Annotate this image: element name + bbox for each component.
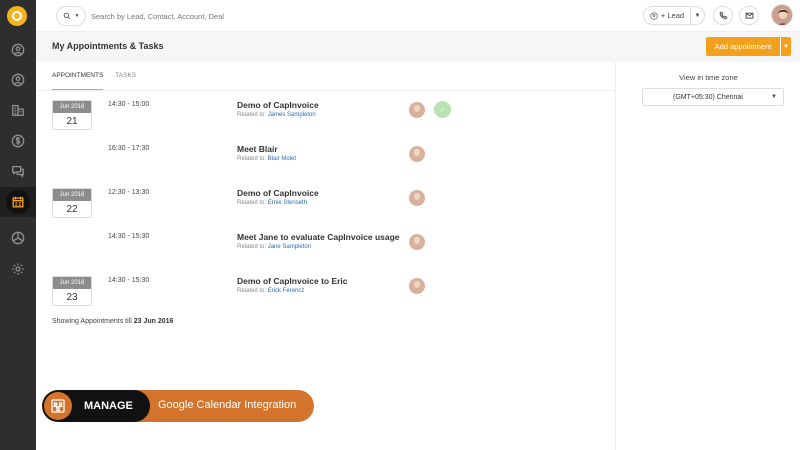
building-icon[interactable]: [0, 95, 36, 125]
date-day: 23: [66, 292, 78, 303]
person-icon: [650, 11, 658, 20]
date-badge: Jun 2016 22: [52, 188, 92, 218]
user-icon[interactable]: [0, 65, 36, 95]
contact-icon[interactable]: [0, 35, 36, 65]
owner-avatar: [409, 190, 425, 206]
date-day: 22: [66, 204, 78, 215]
appointment-row[interactable]: Jun 2016 23 14:30 - 15:30 Demo of CapInv…: [36, 268, 615, 312]
add-lead-label: + Lead: [660, 11, 685, 20]
add-appointment-button[interactable]: Add appointment: [706, 37, 780, 56]
page-title: My Appointments & Tasks: [52, 41, 164, 51]
appointment-related: Related to: Erick Ferencz: [237, 288, 304, 294]
related-prefix: Related to:: [237, 200, 267, 206]
phone-icon: [719, 11, 728, 20]
app-logo[interactable]: [7, 6, 27, 26]
related-prefix: Related to:: [237, 156, 267, 162]
chevron-down-icon: ▼: [783, 43, 789, 50]
banner-manage-pill: MANAGE: [42, 390, 150, 422]
related-prefix: Related to:: [237, 288, 267, 294]
chevron-down-icon: ▼: [74, 13, 80, 19]
appointment-title[interactable]: Demo of CapInvoice: [237, 188, 319, 198]
tab-bar: APPOINTMENTS TASKS: [52, 70, 136, 92]
top-bar: ▼ + Lead ▼: [36, 0, 800, 32]
appointment-title[interactable]: Demo of CapInvoice to Eric: [237, 276, 348, 286]
done-check-icon[interactable]: ✓: [434, 101, 451, 118]
related-prefix: Related to:: [237, 244, 267, 250]
related-link[interactable]: Blair Molet: [268, 156, 296, 162]
add-appointment-dropdown[interactable]: ▼: [780, 37, 791, 56]
owner-avatar: [409, 102, 425, 118]
user-avatar[interactable]: [771, 4, 793, 26]
appointment-title[interactable]: Demo of CapInvoice: [237, 100, 319, 110]
appointment-related: Related to: Ernie Stenseth: [237, 200, 307, 206]
timezone-select[interactable]: (GMT+05:30) Chennai ▼: [642, 88, 784, 106]
appointment-time: 14:30 - 15:30: [108, 277, 150, 284]
owner-avatar: [409, 278, 425, 294]
promo-banner: MANAGE Google Calendar Integration: [42, 390, 314, 422]
divider: [36, 90, 615, 91]
search-icon: [63, 12, 70, 20]
search-scope-button[interactable]: ▼: [56, 6, 86, 26]
phone-button[interactable]: [713, 6, 733, 25]
chevron-down-icon: ▼: [694, 12, 701, 19]
date-badge: Jun 2016 21: [52, 100, 92, 130]
appointment-related: Related to: Jane Sampleton: [237, 244, 311, 250]
dollar-icon[interactable]: [0, 126, 36, 156]
search-input[interactable]: [91, 8, 391, 24]
appointment-row[interactable]: 14:30 - 15:30 Meet Jane to evaluate CapI…: [36, 224, 615, 268]
timezone-value: (GMT+05:30) Chennai: [673, 93, 743, 101]
date-day: 21: [66, 116, 78, 127]
mail-button[interactable]: [739, 6, 759, 25]
related-link[interactable]: Ernie Stenseth: [268, 200, 307, 206]
appointment-title[interactable]: Meet Blair: [237, 144, 278, 154]
related-prefix: Related to:: [237, 112, 267, 118]
page-header: My Appointments & Tasks Add appointment …: [36, 32, 800, 62]
date-month: Jun 2016: [53, 101, 91, 113]
appointment-related: Related to: Blair Molet: [237, 156, 296, 162]
tab-tasks[interactable]: TASKS: [115, 70, 136, 90]
sidebar: [0, 0, 36, 450]
owner-avatar: [409, 234, 425, 250]
appointment-time: 14:30 - 15:30: [108, 233, 150, 240]
lead-dropdown-button[interactable]: ▼: [691, 6, 705, 25]
appointment-time: 16:30 - 17:30: [108, 145, 150, 152]
chart-icon[interactable]: [0, 223, 36, 253]
date-month: Jun 2016: [53, 277, 91, 289]
team-icon: [44, 392, 72, 420]
add-lead-button[interactable]: + Lead: [643, 6, 691, 25]
mail-icon: [745, 12, 753, 19]
appointment-time: 14:30 - 15:00: [108, 101, 150, 108]
chat-icon[interactable]: [0, 156, 36, 186]
showing-summary: Showing Appointments till 23 Jun 2016: [52, 318, 173, 325]
calendar-icon[interactable]: [0, 187, 36, 217]
owner-avatar: [409, 146, 425, 162]
timezone-panel: View in time zone (GMT+05:30) Chennai ▼: [615, 62, 800, 450]
showing-prefix: Showing Appointments till: [52, 318, 132, 325]
appointment-title[interactable]: Meet Jane to evaluate CapInvoice usage: [237, 232, 400, 242]
banner-manage-label: MANAGE: [84, 400, 133, 412]
appointment-row[interactable]: Jun 2016 22 12:30 - 13:30 Demo of CapInv…: [36, 180, 615, 224]
appointment-row[interactable]: 16:30 - 17:30 Meet Blair Related to: Bla…: [36, 136, 615, 180]
banner-text: Google Calendar Integration: [158, 399, 297, 411]
date-month: Jun 2016: [53, 189, 91, 201]
date-badge: Jun 2016 23: [52, 276, 92, 306]
related-link[interactable]: James Sampleton: [268, 112, 316, 118]
related-link[interactable]: Jane Sampleton: [268, 244, 311, 250]
appointment-row[interactable]: Jun 2016 21 14:30 - 15:00 Demo of CapInv…: [36, 92, 615, 136]
gear-icon[interactable]: [0, 254, 36, 284]
related-link[interactable]: Erick Ferencz: [268, 288, 305, 294]
timezone-label: View in time zone: [679, 73, 738, 82]
showing-date: 23 Jun 2016: [133, 318, 174, 325]
appointment-time: 12:30 - 13:30: [108, 189, 150, 196]
tab-appointments[interactable]: APPOINTMENTS: [52, 70, 104, 90]
chevron-down-icon: ▼: [771, 94, 777, 100]
appointment-related: Related to: James Sampleton: [237, 112, 316, 118]
